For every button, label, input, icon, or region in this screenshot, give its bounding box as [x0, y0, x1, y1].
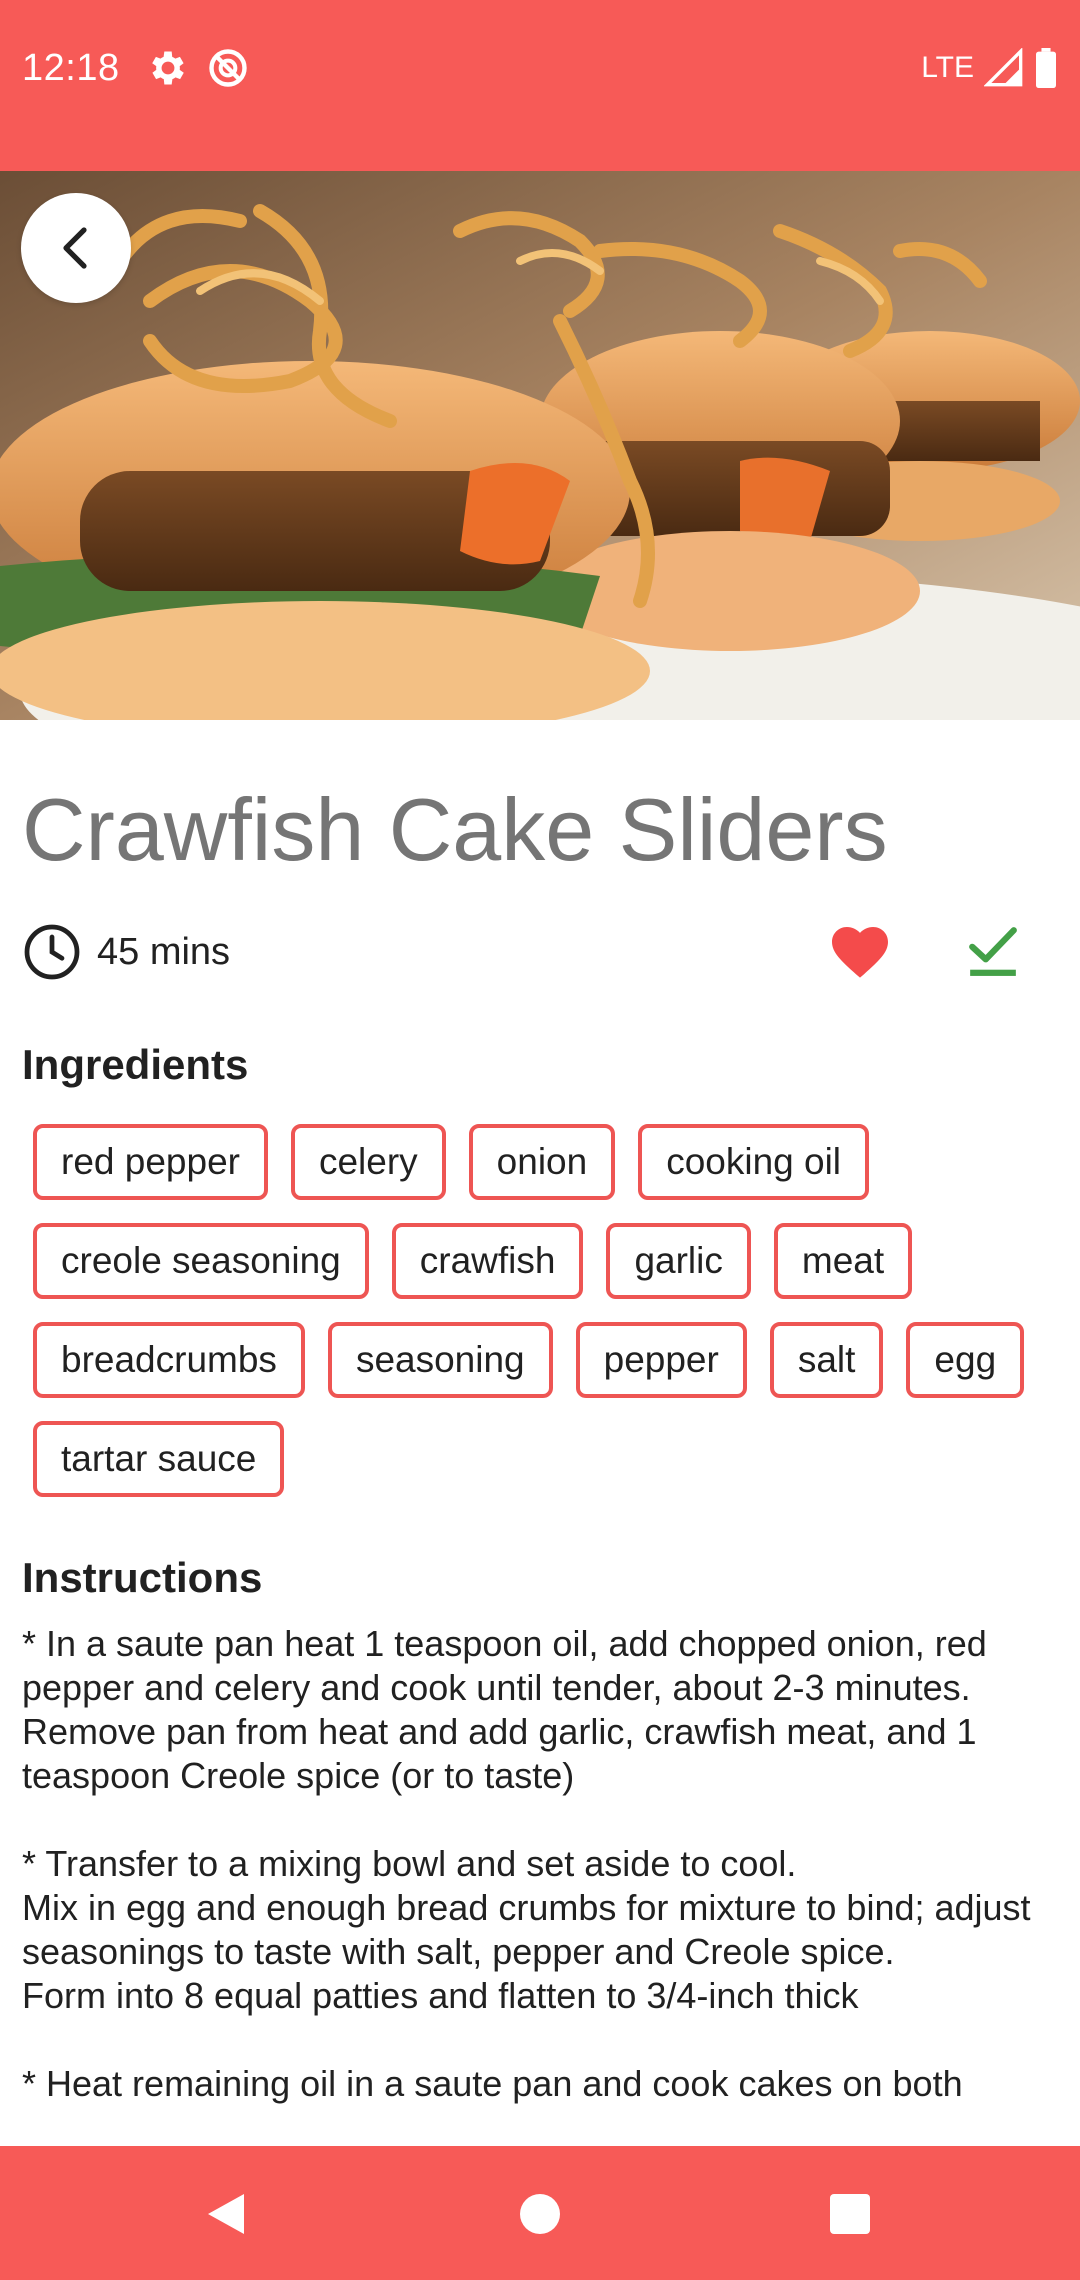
- back-triangle-icon: [208, 2194, 244, 2234]
- done-check-icon[interactable]: [968, 924, 1018, 978]
- ingredient-chip[interactable]: salt: [769, 1322, 884, 1398]
- instruction-step: * Heat remaining oil in a saute pan and …: [22, 2063, 963, 2104]
- chevron-left-icon: [63, 227, 87, 269]
- recipe-title: Crawfish Cake Sliders: [22, 780, 888, 879]
- ingredient-chip[interactable]: creole seasoning: [33, 1223, 369, 1299]
- ingredient-chip[interactable]: garlic: [606, 1223, 751, 1299]
- ingredients-heading: Ingredients: [22, 1041, 249, 1088]
- ingredient-chip[interactable]: egg: [906, 1322, 1025, 1398]
- recipe-photo: [0, 171, 1080, 720]
- ingredient-chip[interactable]: crawfish: [391, 1223, 584, 1299]
- ingredient-chip[interactable]: onion: [468, 1124, 616, 1200]
- status-right-group: LTE: [921, 44, 1058, 92]
- instruction-step: * Transfer to a mixing bowl and set asid…: [22, 1843, 1031, 2016]
- nav-recents-button[interactable]: [818, 2182, 882, 2246]
- chip-row: tartar sauce: [33, 1421, 1053, 1497]
- navigation-bar: [0, 2146, 1080, 2280]
- ingredient-chip[interactable]: meat: [773, 1223, 913, 1299]
- chip-row: breadcrumbs seasoning pepper salt egg: [33, 1322, 1053, 1398]
- back-button[interactable]: [21, 193, 131, 303]
- ingredient-chip[interactable]: red pepper: [33, 1124, 268, 1200]
- ingredient-chip[interactable]: pepper: [575, 1322, 747, 1398]
- instruction-step: * In a saute pan heat 1 teaspoon oil, ad…: [22, 1623, 987, 1796]
- ingredient-chip[interactable]: breadcrumbs: [33, 1322, 305, 1398]
- nav-back-button[interactable]: [194, 2182, 258, 2246]
- status-time: 12:18: [22, 47, 120, 89]
- instructions-text: * In a saute pan heat 1 teaspoon oil, ad…: [22, 1622, 1062, 2146]
- food-photo: [0, 171, 1080, 720]
- home-circle-icon: [520, 2194, 560, 2234]
- chip-row: red pepper celery onion cooking oil: [33, 1124, 1053, 1200]
- battery-icon: [1036, 48, 1056, 88]
- signal-icon: [984, 48, 1023, 87]
- clock-icon: [24, 924, 80, 980]
- nav-home-button[interactable]: [508, 2182, 572, 2246]
- cook-duration: 45 mins: [97, 931, 231, 973]
- recipe-meta-row: 45 mins: [22, 920, 1058, 982]
- settings-icon: [152, 51, 184, 85]
- favorite-heart-icon[interactable]: [828, 920, 892, 982]
- ingredient-chip[interactable]: celery: [290, 1124, 446, 1200]
- recents-square-icon: [830, 2194, 870, 2234]
- ingredient-chip[interactable]: seasoning: [327, 1322, 553, 1398]
- status-bar: 12:18 LTE: [0, 0, 1080, 171]
- instructions-heading: Instructions: [22, 1554, 263, 1601]
- ingredient-chips: red pepper celery onion cooking oil creo…: [33, 1124, 1053, 1520]
- ingredient-chip[interactable]: cooking oil: [638, 1124, 870, 1200]
- network-type: LTE: [921, 51, 974, 84]
- chip-row: creole seasoning crawfish garlic meat: [33, 1223, 1053, 1299]
- ingredient-chip[interactable]: tartar sauce: [33, 1421, 285, 1497]
- do-not-disturb-icon: [209, 49, 247, 87]
